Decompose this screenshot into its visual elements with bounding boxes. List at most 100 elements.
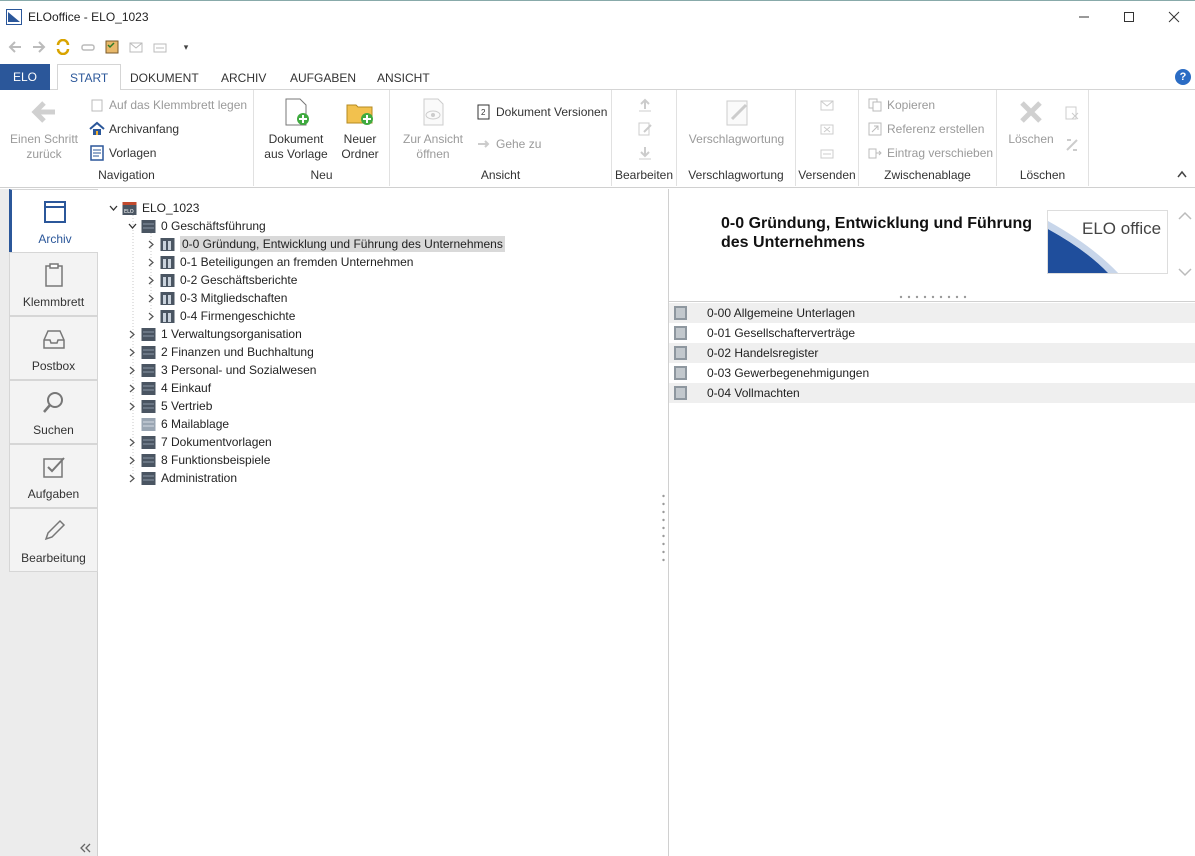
tree-item-4[interactable]: 4 Einkauf [126, 379, 211, 397]
expand-chevron-icon[interactable] [145, 307, 157, 325]
list-item[interactable]: 0-01 Gesellschafterverträge [669, 323, 1195, 343]
qat-customize-dropdown[interactable]: ▾ [177, 38, 195, 56]
upload-icon [639, 98, 651, 112]
tree-item-0-4[interactable]: 0-4 Firmengeschichte [145, 307, 295, 325]
tree-item-label: 0-0 Gründung, Entwicklung und Führung de… [180, 236, 505, 252]
preview-scroll-arrows[interactable] [1177, 205, 1193, 285]
expand-chevron-icon[interactable] [126, 433, 138, 451]
delete-link-button[interactable] [1063, 136, 1081, 154]
tab-elo[interactable]: ELO [0, 64, 50, 90]
qat-link-button[interactable] [79, 38, 97, 56]
expand-chevron-icon[interactable] [126, 343, 138, 361]
back-step-button[interactable]: Einen Schritt zurück [8, 96, 80, 162]
checkin-button[interactable] [636, 144, 654, 162]
qat-forward-button[interactable] [30, 38, 48, 56]
doc-versions-button[interactable]: 2 Dokument Versionen [476, 104, 607, 120]
qat-mail-button[interactable] [127, 38, 145, 56]
archive-start-button[interactable]: Archivanfang [89, 121, 179, 137]
preview-splitter-grip[interactable] [899, 295, 969, 299]
group-label-bearbeiten: Bearbeiten [614, 168, 674, 182]
collapse-nav-button[interactable] [78, 840, 92, 856]
qat-refresh-button[interactable] [54, 38, 72, 56]
elo-app-icon [6, 9, 22, 25]
send-fax-button[interactable] [818, 144, 836, 162]
tree-item-0-0[interactable]: 0-0 Gründung, Entwicklung und Führung de… [145, 235, 505, 253]
tree-item-1[interactable]: 1 Verwaltungsorganisation [126, 325, 302, 343]
move-entry-button[interactable]: Eintrag verschieben [867, 145, 993, 161]
tree-item-8[interactable]: 8 Funktionsbeispiele [126, 451, 270, 469]
tree-item-0[interactable]: 0 Geschäftsführung [126, 217, 266, 235]
expand-chevron-icon[interactable] [126, 361, 138, 379]
list-item[interactable]: 0-00 Allgemeine Unterlagen [669, 303, 1195, 323]
create-reference-button[interactable]: Referenz erstellen [867, 121, 984, 137]
qat-tasks-button[interactable] [103, 38, 121, 56]
tab-dokument[interactable]: DOKUMENT [118, 64, 211, 91]
qat-scan-button[interactable] [151, 38, 169, 56]
group-label-zwischenablage: Zwischenablage [884, 168, 971, 182]
expand-chevron-icon[interactable] [145, 289, 157, 307]
expand-chevron-icon[interactable] [126, 379, 138, 397]
expand-chevron-icon[interactable] [126, 451, 138, 469]
list-item[interactable]: 0-03 Gewerbegenehmigungen [669, 363, 1195, 383]
collapse-ribbon-button[interactable] [1177, 169, 1187, 181]
verschlagwortung-button[interactable]: Verschlagwortung [683, 96, 790, 147]
copy-button[interactable]: Kopieren [867, 97, 935, 113]
close-button[interactable] [1151, 1, 1195, 33]
tree-item-6[interactable]: 6 Mailablage [126, 415, 229, 433]
pane-splitter-grip[interactable] [662, 494, 665, 564]
edit-button[interactable] [636, 120, 654, 138]
templates-button[interactable]: Vorlagen [89, 145, 156, 161]
tab-ansicht[interactable]: ANSICHT [365, 64, 442, 91]
tree-root[interactable]: ELO ELO_1023 [107, 199, 199, 217]
nav-bearbeitung[interactable]: Bearbeitung [9, 508, 98, 572]
tab-aufgaben[interactable]: AUFGABEN [278, 64, 368, 91]
tree-item-5[interactable]: 5 Vertrieb [126, 397, 212, 415]
link-icon [81, 44, 95, 51]
send-link-button[interactable] [818, 120, 836, 138]
tab-archiv[interactable]: ARCHIV [209, 64, 278, 91]
tree-item-0-2[interactable]: 0-2 Geschäftsberichte [145, 271, 297, 289]
delete-version-button[interactable] [1063, 104, 1081, 122]
tree-item-0-3[interactable]: 0-3 Mitgliedschaften [145, 289, 287, 307]
open-view-button[interactable]: Zur Ansicht öffnen [398, 96, 468, 162]
delete-button-label: Löschen [1008, 132, 1054, 146]
collapse-chevron-icon[interactable] [126, 217, 138, 235]
nav-suchen[interactable]: Suchen [9, 380, 98, 444]
nav-archiv[interactable]: Archiv [9, 189, 98, 253]
chevron-up-icon [1177, 170, 1187, 178]
to-clipboard-button[interactable]: Auf das Klemmbrett legen [89, 97, 247, 113]
send-mail-button[interactable] [818, 96, 836, 114]
delete-button[interactable]: Löschen [1001, 96, 1061, 147]
expand-chevron-icon[interactable] [126, 397, 138, 415]
minimize-button[interactable] [1061, 1, 1107, 33]
nav-aufgaben[interactable]: Aufgaben [9, 444, 98, 508]
checklist-icon [105, 40, 119, 54]
help-icon[interactable]: ? [1175, 69, 1191, 85]
tab-start[interactable]: START [57, 64, 122, 91]
versions-icon: 2 [477, 104, 490, 120]
group-label-loeschen: Löschen [1019, 168, 1066, 182]
list-item[interactable]: 0-02 Handelsregister [669, 343, 1195, 363]
maximize-button[interactable] [1106, 1, 1152, 33]
nav-postbox[interactable]: Postbox [9, 316, 98, 380]
expand-chevron-icon[interactable] [145, 253, 157, 271]
tree-item-0-1[interactable]: 0-1 Beteiligungen an fremden Unternehmen [145, 253, 413, 271]
goto-button[interactable]: Gehe zu [476, 136, 541, 152]
move-icon [868, 148, 882, 159]
list-item[interactable]: 0-04 Vollmachten [669, 383, 1195, 403]
nav-klemmbrett[interactable]: Klemmbrett [9, 252, 98, 316]
qat-back-button[interactable] [6, 38, 24, 56]
checkout-button[interactable] [636, 96, 654, 114]
tree-item-2[interactable]: 2 Finanzen und Buchhaltung [126, 343, 314, 361]
expand-chevron-icon[interactable] [126, 325, 138, 343]
expand-chevron-icon[interactable] [145, 235, 157, 253]
tree-item-3[interactable]: 3 Personal- und Sozialwesen [126, 361, 316, 379]
tree-item-administration[interactable]: Administration [126, 469, 237, 487]
expand-chevron-icon[interactable] [145, 271, 157, 289]
tree-item-7[interactable]: 7 Dokumentvorlagen [126, 433, 272, 451]
doc-from-template-button[interactable]: Dokument aus Vorlage [262, 96, 330, 162]
expand-chevron-icon[interactable] [126, 469, 138, 487]
maximize-icon [1124, 12, 1134, 22]
new-folder-button[interactable]: Neuer Ordner [334, 96, 386, 162]
collapse-chevron-icon[interactable] [107, 199, 119, 217]
